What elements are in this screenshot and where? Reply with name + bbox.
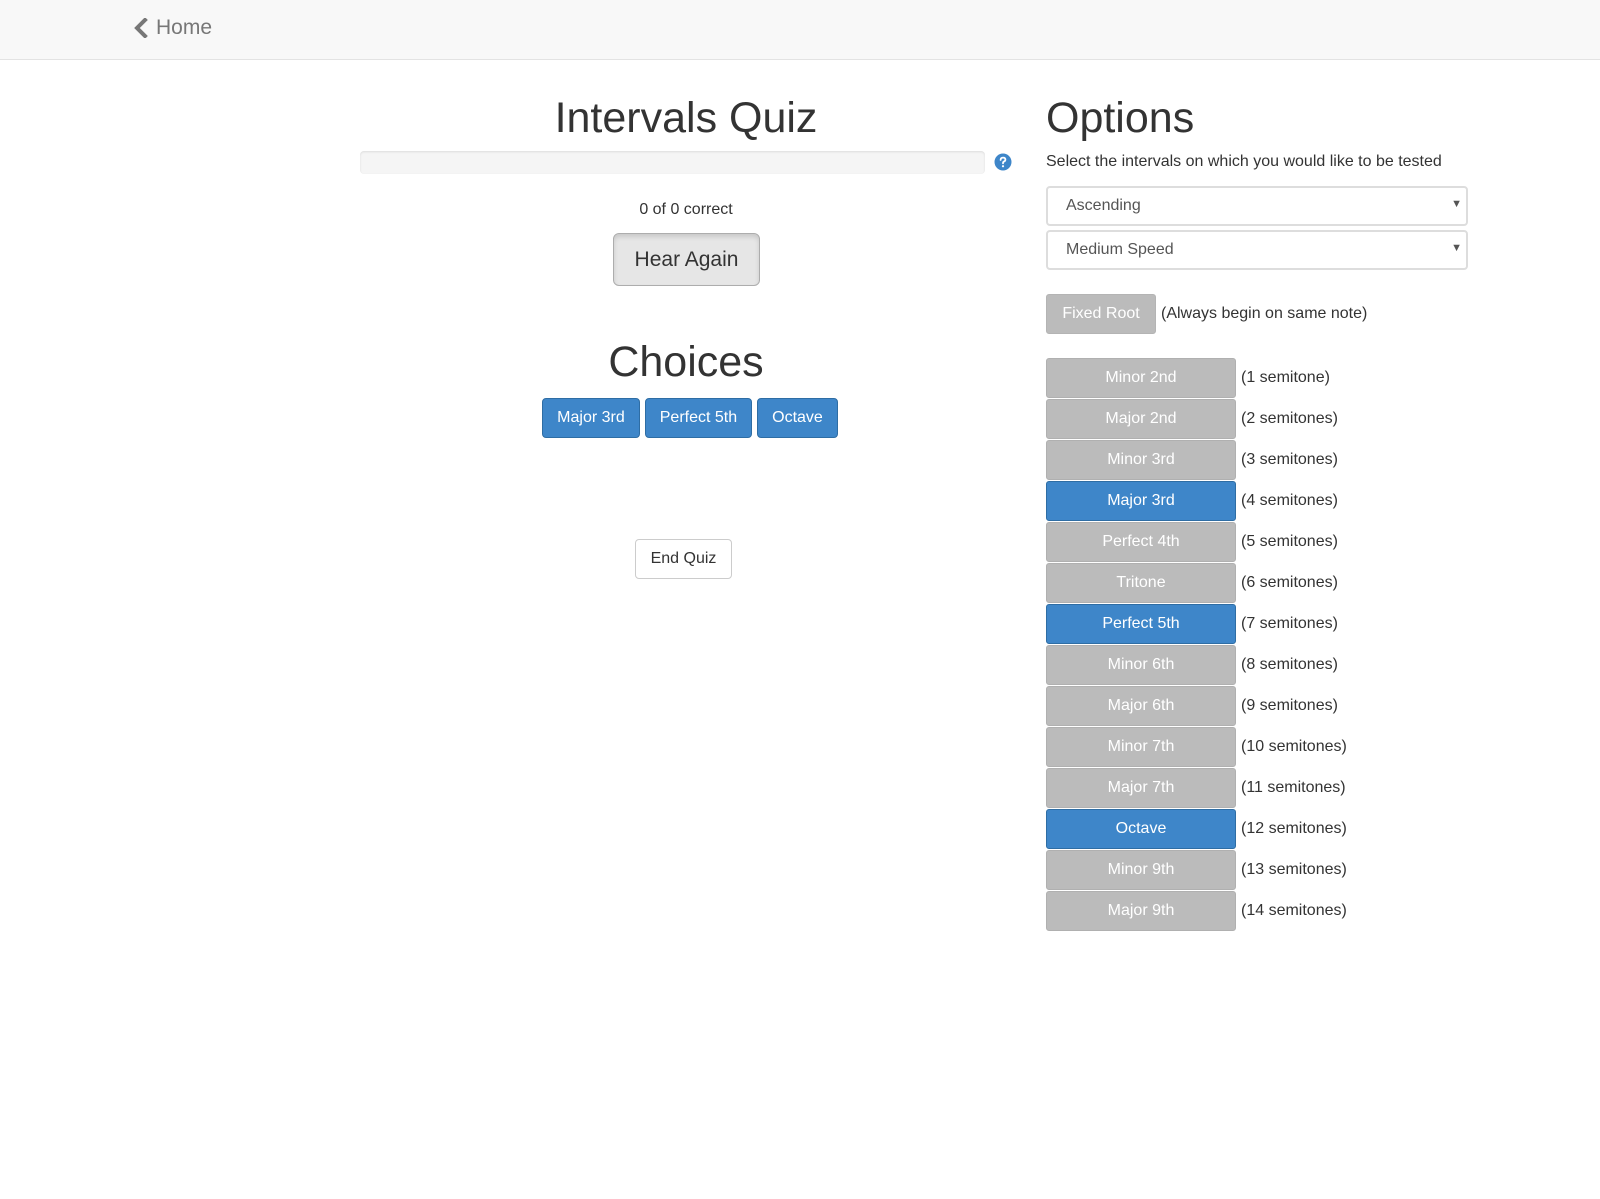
quiz-panel: Intervals Quiz 0 of 0 correct Hear Again… [360,60,1012,660]
interval-row: Major 3rd (4 semitones) [1046,480,1347,521]
home-link[interactable]: Home [134,16,212,40]
fixed-root-row: Fixed Root (Always begin on same note) [1046,294,1367,334]
interval-semitones: (11 semitones) [1241,778,1346,796]
fixed-root-toggle[interactable]: Fixed Root [1046,294,1156,334]
interval-row: Major 6th (9 semitones) [1046,685,1347,726]
interval-semitones: (4 semitones) [1241,491,1338,509]
interval-toggle-minor-7th[interactable]: Minor 7th [1046,726,1236,767]
interval-toggle-major-3rd[interactable]: Major 3rd [1046,480,1236,521]
interval-semitones: (13 semitones) [1241,860,1347,878]
fixed-root-description: (Always begin on same note) [1161,305,1368,322]
interval-toggle-perfect-4th[interactable]: Perfect 4th [1046,521,1236,562]
interval-semitones: (2 semitones) [1241,409,1338,427]
quiz-title: Intervals Quiz [554,94,818,142]
interval-row: Perfect 4th (5 semitones) [1046,521,1347,562]
interval-list: Minor 2nd (1 semitone) Major 2nd (2 semi… [1046,357,1347,931]
interval-toggle-major-6th[interactable]: Major 6th [1046,685,1236,726]
caret-down-icon: ▼ [1451,198,1462,210]
interval-row: Minor 2nd (1 semitone) [1046,357,1347,398]
options-panel: Options Select the intervals on which yo… [1046,60,1468,940]
interval-row: Octave (12 semitones) [1046,808,1347,849]
chevron-left-icon [134,18,148,38]
interval-semitones: (12 semitones) [1241,819,1347,837]
interval-toggle-minor-9th[interactable]: Minor 9th [1046,849,1236,890]
question-circle-icon[interactable] [994,153,1012,171]
interval-toggle-octave[interactable]: Octave [1046,808,1236,849]
options-description: Select the intervals on which you would … [1046,153,1442,170]
interval-row: Minor 3rd (3 semitones) [1046,439,1347,480]
interval-semitones: (8 semitones) [1241,655,1338,673]
navbar: Home [0,0,1600,60]
interval-semitones: (14 semitones) [1241,901,1347,919]
interval-row: Perfect 5th (7 semitones) [1046,603,1347,644]
choices-row: Major 3rd Perfect 5th Octave [360,398,1012,438]
choice-button[interactable]: Octave [757,398,838,438]
choice-button[interactable]: Perfect 5th [644,398,753,438]
interval-row: Minor 9th (13 semitones) [1046,849,1347,890]
home-link-label: Home [156,16,213,39]
interval-toggle-minor-3rd[interactable]: Minor 3rd [1046,439,1236,480]
interval-toggle-perfect-5th[interactable]: Perfect 5th [1046,603,1236,644]
choices-title: Choices [608,338,764,386]
hear-again-button[interactable]: Hear Again [613,233,760,286]
interval-toggle-minor-6th[interactable]: Minor 6th [1046,644,1236,685]
interval-toggle-major-2nd[interactable]: Major 2nd [1046,398,1236,439]
options-title: Options [1046,94,1195,142]
interval-row: Minor 7th (10 semitones) [1046,726,1347,767]
interval-semitones: (3 semitones) [1241,450,1338,468]
interval-row: Major 7th (11 semitones) [1046,767,1347,808]
interval-row: Major 9th (14 semitones) [1046,890,1347,931]
direction-select-value: Ascending [1066,197,1141,214]
interval-semitones: (1 semitone) [1241,368,1330,386]
caret-down-icon: ▼ [1451,242,1462,254]
direction-select[interactable]: Ascending ▼ [1046,186,1468,226]
interval-semitones: (5 semitones) [1241,532,1338,550]
end-quiz-button[interactable]: End Quiz [635,539,732,579]
interval-row: Minor 6th (8 semitones) [1046,644,1347,685]
interval-row: Tritone (6 semitones) [1046,562,1347,603]
interval-row: Major 2nd (2 semitones) [1046,398,1347,439]
interval-toggle-tritone[interactable]: Tritone [1046,562,1236,603]
speed-select-value: Medium Speed [1066,241,1174,258]
progress-bar [360,151,985,174]
interval-toggle-major-7th[interactable]: Major 7th [1046,767,1236,808]
interval-semitones: (9 semitones) [1241,696,1338,714]
interval-semitones: (6 semitones) [1241,573,1338,591]
interval-semitones: (7 semitones) [1241,614,1338,632]
speed-select[interactable]: Medium Speed ▼ [1046,230,1468,270]
interval-semitones: (10 semitones) [1241,737,1347,755]
interval-toggle-major-9th[interactable]: Major 9th [1046,890,1236,931]
score-text: 0 of 0 correct [639,201,733,218]
choice-button[interactable]: Major 3rd [542,398,640,438]
interval-toggle-minor-2nd[interactable]: Minor 2nd [1046,357,1236,398]
